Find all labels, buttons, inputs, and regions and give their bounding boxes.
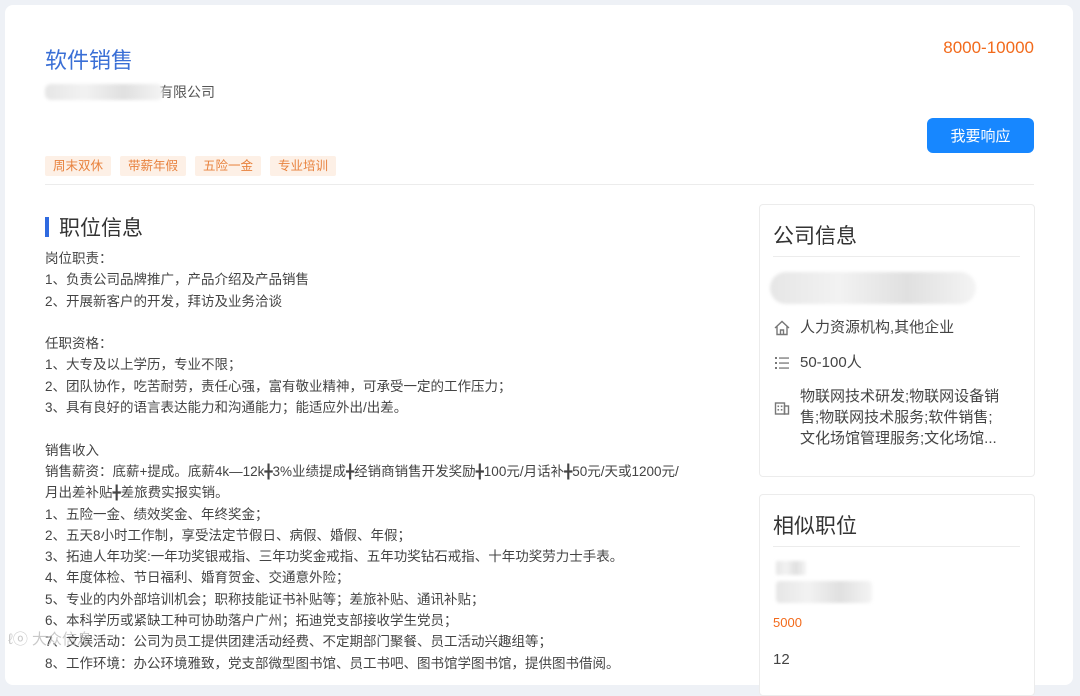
desc-line: 5、专业的内外部培训机会；职称技能证书补贴等；差旅补贴、通讯补贴； — [45, 591, 485, 607]
company-info-card: 公司信息 人力资源机构,其他企业 50-100人 物联网技术研发;物联网设备销 … — [759, 204, 1035, 477]
desc-line: 月出差补贴╋差旅费实报实销。 — [45, 485, 229, 501]
divider — [773, 256, 1020, 257]
company-name-redacted — [45, 84, 163, 100]
company-size-row: 50-100人 — [773, 352, 862, 373]
desc-line: 2、五天8小时工作制，享受法定节假日、病假、婚假、年假； — [45, 527, 412, 543]
job-description: 岗位职责： 1、负责公司品牌推广，产品介绍及产品销售 2、开展新客户的开发，拜访… — [45, 248, 745, 674]
similar-job-title-redacted — [776, 561, 806, 575]
company-business-row: 物联网技术研发;物联网设备销 售;物联网技术服务;软件销售; 文化场馆管理服务;… — [773, 386, 999, 449]
respond-button[interactable]: 我要响应 — [927, 118, 1034, 153]
desc-line: 3、具有良好的语言表达能力和沟通能力；能适应外出/出差。 — [45, 400, 408, 416]
desc-line: 销售薪资：底薪+提成。底薪4k—12k╋3%业绩提成╋经销商销售开发奖励╋100… — [45, 463, 679, 479]
company-name[interactable]: 有限公司 — [45, 82, 215, 102]
similar-jobs-title: 相似职位 — [773, 515, 857, 538]
desc-line — [45, 418, 745, 439]
home-icon — [774, 320, 790, 336]
desc-line: 6、本科学历或紧缺工种可协助落户广州；拓迪党支部接收学生党员； — [45, 613, 458, 629]
desc-line: 7、文娱活动：公司为员工提供团建活动经费、不定期部门聚餐、员工活动兴趣组等； — [45, 634, 553, 650]
desc-line: 2、团队协作，吃苦耐劳，责任心强，富有敬业精神，可承受一定的工作压力； — [45, 378, 512, 394]
desc-line: 1、大专及以上学历，专业不限； — [45, 357, 242, 373]
tag: 带薪年假 — [120, 156, 187, 176]
desc-line: 8、工作环境：办公环境雅致，党支部微型图书馆、员工书吧、图书馆学图书馆，提供图书… — [45, 655, 620, 671]
building-icon — [774, 402, 790, 415]
divider — [773, 546, 1020, 547]
desc-line: 销售收入 — [45, 442, 99, 458]
desc-line: 岗位职责： — [45, 251, 113, 266]
benefit-tags: 周末双休 带薪年假 五险一金 专业培训 — [45, 156, 337, 176]
company-type-row: 人力资源机构,其他企业 — [773, 317, 954, 338]
desc-line — [45, 312, 745, 333]
job-title: 软件销售 — [45, 48, 134, 73]
desc-line: 任职资格： — [45, 336, 113, 352]
desc-line: 1、五险一金、绩效奖金、年终奖金； — [45, 506, 269, 522]
section-title-job-info: 职位信息 — [45, 212, 143, 242]
divider — [45, 184, 1034, 185]
tag: 周末双休 — [45, 156, 112, 176]
similar-job-salary: 5000 — [773, 615, 802, 630]
company-info-title: 公司信息 — [773, 225, 857, 248]
tag: 五险一金 — [195, 156, 262, 176]
watermark: ℓⓞ 大众信息 — [8, 631, 93, 648]
similar-job-next[interactable]: 12 — [773, 651, 790, 668]
tag: 专业培训 — [270, 156, 337, 176]
desc-line: 2、开展新客户的开发，拜访及业务洽谈 — [45, 293, 283, 309]
watermark-icon: ℓⓞ — [8, 631, 28, 648]
similar-jobs-card: 相似职位 5000 12 — [759, 494, 1035, 696]
desc-line: 1、负责公司品牌推广，产品介绍及产品销售 — [45, 272, 310, 288]
company-name-redacted[interactable] — [770, 272, 976, 304]
section-bar — [45, 217, 49, 237]
list-icon — [775, 357, 789, 369]
similar-job-company-redacted — [776, 581, 872, 603]
desc-line: 3、拓迪人年功奖:一年功奖银戒指、三年功奖金戒指、五年功奖钻石戒指、十年功奖劳力… — [45, 549, 624, 565]
salary: 8000-10000 — [943, 38, 1034, 57]
desc-line: 4、年度体检、节日福利、婚育贺金、交通意外险； — [45, 570, 350, 586]
